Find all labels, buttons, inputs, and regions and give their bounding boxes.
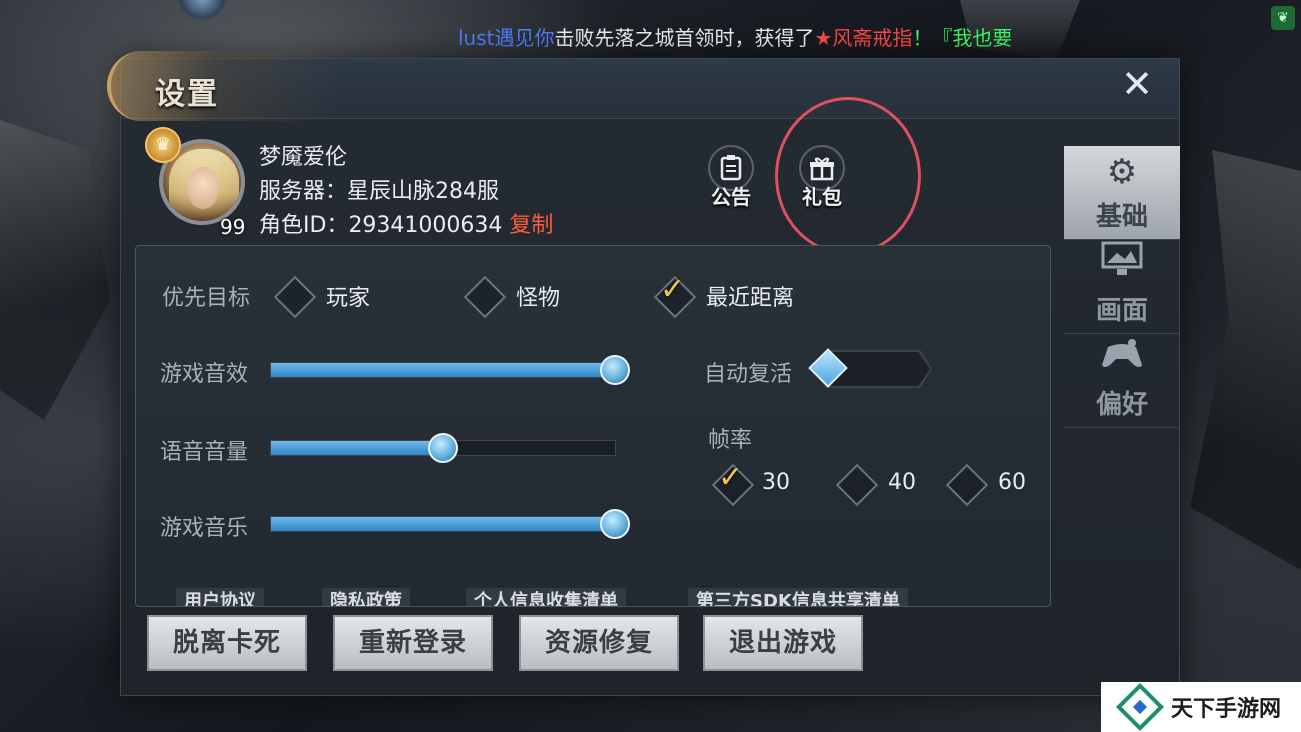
music-slider-thumb[interactable] bbox=[600, 509, 630, 539]
checkmark-icon: ✓ bbox=[718, 460, 744, 495]
priority-player-label: 玩家 bbox=[326, 286, 371, 311]
skill-orb-icon bbox=[176, 0, 228, 20]
broadcast-ticker: lust遇见你击败先落之城首领时，获得了★风斋戒指！『我也要 bbox=[458, 22, 1058, 54]
music-slider[interactable] bbox=[270, 509, 630, 539]
sfx-slider-thumb[interactable] bbox=[600, 355, 630, 385]
voice-volume-slider[interactable] bbox=[270, 433, 616, 463]
tab-basic-label: 基础 bbox=[1095, 202, 1148, 232]
privacy-policy-link[interactable]: 隐私政策 bbox=[322, 588, 410, 606]
gear-icon: ⚙ bbox=[1106, 152, 1138, 192]
tab-display[interactable]: 画面 bbox=[1064, 240, 1180, 334]
framerate-40-label: 40 bbox=[888, 470, 916, 495]
framerate-label: 帧率 bbox=[708, 428, 753, 453]
settings-panel: 优先目标 玩家 怪物 ✓ 最近距离 游戏音效 语音音量 游戏音乐 自动复活 帧率 bbox=[135, 245, 1051, 607]
music-label: 游戏音乐 bbox=[160, 516, 249, 541]
sfx-label: 游戏音效 bbox=[160, 362, 249, 387]
title-plate bbox=[107, 51, 337, 121]
voice-volume-label: 语音音量 bbox=[160, 440, 249, 465]
sfx-slider-fill bbox=[271, 363, 615, 377]
server-value: 星辰山脉284服 bbox=[347, 179, 500, 204]
tab-preference-label: 偏好 bbox=[1095, 390, 1148, 420]
priority-monster-checkbox[interactable] bbox=[463, 275, 507, 319]
framerate-60-checkbox[interactable] bbox=[945, 463, 989, 507]
settings-side-tabs: ⚙ 基础 画面 偏好 bbox=[1064, 146, 1180, 428]
voice-slider-thumb[interactable] bbox=[428, 433, 458, 463]
tab-preference[interactable]: 偏好 bbox=[1064, 334, 1180, 428]
ticker-link[interactable]: ！『我也要 bbox=[912, 22, 1012, 51]
server-info: 服务器：星辰山脉284服 bbox=[259, 173, 499, 205]
close-icon: ✕ bbox=[1121, 62, 1153, 106]
background-rock bbox=[0, 120, 110, 420]
sfx-slider[interactable] bbox=[270, 355, 630, 385]
voice-slider-fill bbox=[271, 441, 443, 455]
copy-button[interactable]: 复制 bbox=[509, 213, 553, 238]
framerate-30-label: 30 bbox=[762, 470, 790, 495]
third-party-sdk-link[interactable]: 第三方SDK信息共享清单 bbox=[688, 588, 908, 606]
role-info: 角色ID：29341000634 复制 bbox=[259, 207, 553, 239]
highlight-ring bbox=[775, 97, 921, 255]
tab-display-label: 画面 bbox=[1095, 296, 1148, 326]
avatar-face bbox=[187, 167, 219, 209]
background-rock bbox=[1190, 150, 1301, 570]
ticker-player: lust遇见你 bbox=[458, 26, 555, 50]
priority-monster-label: 怪物 bbox=[516, 286, 561, 311]
gamepad-icon bbox=[1064, 334, 1180, 384]
checkmark-icon: ✓ bbox=[660, 272, 686, 307]
policy-links: 用户协议 隐私政策 个人信息收集清单 第三方SDK信息共享清单 bbox=[176, 588, 1036, 606]
quit-game-button[interactable]: 退出游戏 bbox=[703, 615, 863, 671]
priority-nearest-label: 最近距离 bbox=[706, 286, 795, 311]
relogin-button[interactable]: 重新登录 bbox=[333, 615, 493, 671]
ticker-event: 击败先落之城首领时， bbox=[554, 26, 755, 50]
close-button[interactable]: ✕ bbox=[1117, 65, 1157, 105]
unstuck-button[interactable]: 脱离卡死 bbox=[147, 615, 307, 671]
leaf-icon[interactable]: ❦ bbox=[1271, 6, 1295, 30]
priority-target-label: 优先目标 bbox=[162, 286, 251, 311]
repair-resources-button[interactable]: 资源修复 bbox=[519, 615, 679, 671]
framerate-40-checkbox[interactable] bbox=[835, 463, 879, 507]
music-slider-fill bbox=[271, 517, 615, 531]
personal-info-list-link[interactable]: 个人信息收集清单 bbox=[466, 588, 626, 606]
tab-basic[interactable]: ⚙ 基础 bbox=[1064, 146, 1180, 240]
user-agreement-link[interactable]: 用户协议 bbox=[176, 588, 264, 606]
player-name: 梦魇爱伦 bbox=[259, 145, 348, 170]
server-label: 服务器： bbox=[259, 179, 348, 204]
role-id-label: 角色ID： bbox=[259, 213, 349, 238]
watermark-text: 天下手游网 bbox=[1171, 697, 1282, 722]
settings-dialog: 设置 ✕ ♛ 99 梦魇爱伦 服务器：星辰山脉284服 角色ID：2934100… bbox=[107, 51, 1180, 696]
rank-badge-icon: ♛ bbox=[145, 127, 181, 163]
ticker-obtained: 获得了 bbox=[754, 26, 815, 50]
role-id-value: 29341000634 bbox=[348, 213, 503, 238]
notice-button[interactable]: 公告 bbox=[704, 145, 758, 210]
watermark-logo-icon bbox=[1115, 682, 1165, 732]
notice-label: 公告 bbox=[711, 185, 751, 209]
auto-revive-label: 自动复活 bbox=[704, 362, 793, 387]
site-watermark: 天下手游网 bbox=[1101, 682, 1301, 732]
monitor-icon bbox=[1064, 240, 1180, 290]
dialog-title: 设置 bbox=[155, 77, 219, 112]
ticker-item: ★风斋戒指 bbox=[814, 26, 913, 50]
priority-player-checkbox[interactable] bbox=[273, 275, 317, 319]
framerate-60-label: 60 bbox=[998, 470, 1026, 495]
player-level: 99 bbox=[220, 215, 246, 239]
